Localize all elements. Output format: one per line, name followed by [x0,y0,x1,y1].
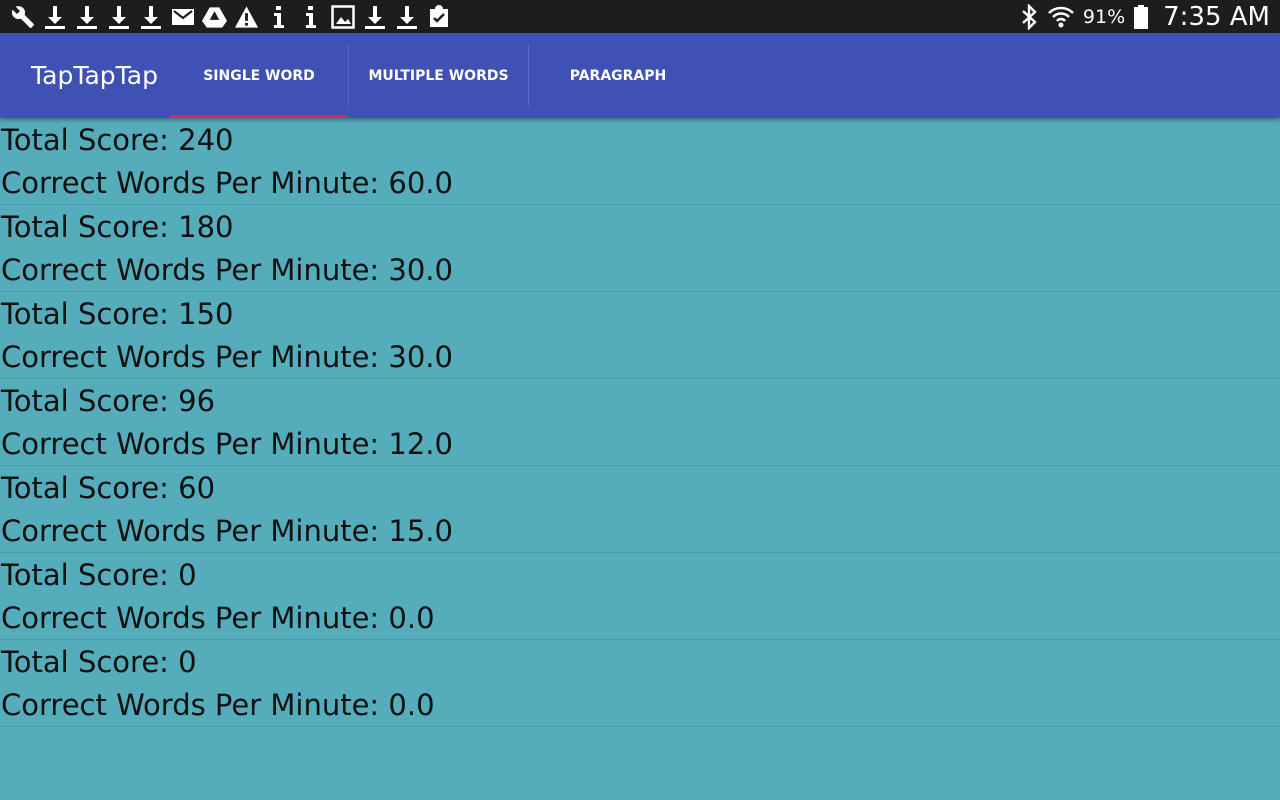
download-icon [394,4,419,30]
total-score: Total Score: 60 [1,471,216,505]
drive-icon [202,4,227,30]
info-icon [298,4,323,30]
total-score: Total Score: 0 [1,645,197,679]
correct-words-per-minute: Correct Words Per Minute: 0.0 [1,688,435,722]
status-bar: 91% 7:35 AM [0,0,1280,33]
wifi-icon [1047,4,1075,30]
clock: 7:35 AM [1163,1,1270,32]
tab-label: SINGLE WORD [203,67,315,84]
tab-multiple-words[interactable]: MULTIPLE WORDS [349,33,528,118]
correct-words-per-minute: Correct Words Per Minute: 30.0 [1,253,453,287]
tab-label: MULTIPLE WORDS [368,67,509,84]
bluetooth-icon [1019,3,1039,30]
battery-icon [1133,4,1149,30]
result-item[interactable]: Total Score: 150 Correct Words Per Minut… [0,292,1280,379]
results-list[interactable]: Total Score: 240 Correct Words Per Minut… [0,118,1280,727]
correct-words-per-minute: Correct Words Per Minute: 30.0 [1,340,453,374]
download-icon [362,4,387,30]
tab-paragraph[interactable]: PARAGRAPH [529,33,707,118]
tab-bar: SINGLE WORD MULTIPLE WORDS PARAGRAPH [170,33,707,118]
tab-single-word[interactable]: SINGLE WORD [170,33,348,118]
download-icon [74,4,99,30]
image-icon [330,4,355,30]
result-item[interactable]: Total Score: 0 Correct Words Per Minute:… [0,553,1280,640]
selected-tab-indicator [170,115,348,118]
battery-percent: 91% [1082,5,1126,28]
clipboard-check-icon [426,4,451,30]
wrench-icon [10,4,35,30]
app-title: TapTapTap [31,61,158,90]
download-icon [42,4,67,30]
result-item[interactable]: Total Score: 60 Correct Words Per Minute… [0,466,1280,553]
total-score: Total Score: 150 [1,297,234,331]
download-icon [106,4,131,30]
tab-label: PARAGRAPH [569,67,667,84]
result-item[interactable]: Total Score: 240 Correct Words Per Minut… [0,118,1280,205]
result-item[interactable]: Total Score: 96 Correct Words Per Minute… [0,379,1280,466]
correct-words-per-minute: Correct Words Per Minute: 12.0 [1,427,453,461]
result-item[interactable]: Total Score: 0 Correct Words Per Minute:… [0,640,1280,727]
gmail-icon [170,4,195,30]
total-score: Total Score: 180 [1,210,234,244]
correct-words-per-minute: Correct Words Per Minute: 0.0 [1,601,435,635]
correct-words-per-minute: Correct Words Per Minute: 15.0 [1,514,453,548]
total-score: Total Score: 240 [1,123,234,157]
result-item[interactable]: Total Score: 180 Correct Words Per Minut… [0,205,1280,292]
total-score: Total Score: 0 [1,558,197,592]
warning-icon [234,4,259,30]
total-score: Total Score: 96 [1,384,216,418]
download-icon [138,4,163,30]
notification-icons [10,4,451,30]
info-icon [266,4,291,30]
correct-words-per-minute: Correct Words Per Minute: 60.0 [1,166,453,200]
system-status: 91% 7:35 AM [1019,0,1270,33]
app-bar: TapTapTap SINGLE WORD MULTIPLE WORDS PAR… [0,33,1280,118]
